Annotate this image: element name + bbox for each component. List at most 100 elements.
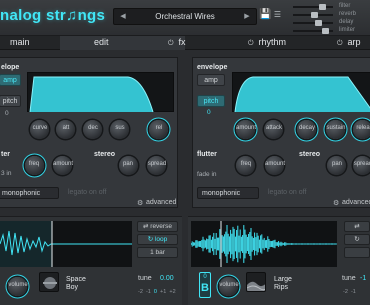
- octave-option[interactable]: +1: [160, 289, 166, 295]
- power-icon[interactable]: ⏻: [248, 40, 254, 47]
- sample-name-line: Space: [66, 276, 86, 283]
- previous-preset-icon[interactable]: ◀: [115, 9, 131, 24]
- sample-name-line: Rips: [274, 284, 289, 291]
- fader-row: limiter: [289, 27, 370, 34]
- sample-a-panel: ⇄ reverse ↻ loop 1 bar volume Space Boy t…: [0, 216, 182, 305]
- save-icon[interactable]: 💾: [259, 9, 271, 23]
- fader-handle[interactable]: [315, 20, 322, 26]
- menu-icon[interactable]: ☰: [273, 10, 282, 22]
- envelope-display[interactable]: [232, 72, 370, 113]
- knob-label: amount: [235, 125, 256, 131]
- octave-option[interactable]: -2: [343, 289, 348, 295]
- fader-handle[interactable]: [311, 12, 318, 18]
- sample-name-line: Large: [274, 276, 292, 283]
- swap-icon: ⇄: [354, 223, 360, 230]
- fader-label: reverb: [339, 11, 357, 17]
- fader-label: filter: [339, 3, 351, 9]
- fader-handle[interactable]: [322, 28, 329, 34]
- knob-label: decay: [298, 125, 315, 131]
- power-icon[interactable]: ⏻: [168, 40, 174, 47]
- voice-mode-dropdown[interactable]: monophonic: [0, 187, 59, 199]
- waveform-display[interactable]: [0, 221, 132, 267]
- loop-button[interactable]: ↻: [344, 234, 370, 245]
- header-bar: nalog str♫ngs ◀ Orchestral Wires ▶ 💾 ☰ f…: [0, 0, 370, 36]
- tune-label: tune: [138, 275, 152, 282]
- knob-label: volume: [219, 282, 239, 288]
- envelope-label: elope: [1, 64, 20, 71]
- tab-label: arp: [347, 37, 361, 47]
- button-label: reverse: [150, 223, 172, 230]
- waveform-display[interactable]: [191, 221, 337, 267]
- knob-label: rel: [155, 125, 163, 131]
- tune-value[interactable]: -1: [360, 275, 366, 282]
- sample-thumbnail[interactable]: [246, 272, 266, 292]
- octave-selector[interactable]: -2 -1 0 +1 +2: [138, 289, 176, 295]
- tab-rhythm[interactable]: ⏻ rhythm: [248, 36, 318, 50]
- advanced-button[interactable]: advanced: [146, 199, 176, 206]
- tab-arp[interactable]: ⏻ arp: [337, 36, 370, 50]
- sample-name[interactable]: Large Rips: [274, 276, 292, 292]
- knob-label: freq: [28, 161, 40, 167]
- legato-toggle[interactable]: legato on off: [268, 189, 306, 196]
- voice-mode-dropdown[interactable]: monophonic: [197, 187, 259, 199]
- amp-button[interactable]: amp: [0, 74, 21, 86]
- envelope-curve: [234, 76, 370, 113]
- waveform: [191, 221, 337, 267]
- preset-name[interactable]: Orchestral Wires: [132, 9, 238, 24]
- knob-label: amount: [264, 161, 285, 167]
- knob-label: spread: [353, 161, 370, 167]
- layer-a-panel: elope amp pitch 0 curve att dec sus rel …: [0, 57, 178, 208]
- fader-row: delay: [289, 19, 370, 26]
- knob-label: relea: [356, 125, 370, 131]
- advanced-gear-icon[interactable]: ⚙: [333, 199, 339, 207]
- tab-label: edit: [94, 37, 109, 47]
- tab-bar: main edit ⏻ fx ⏻ rhythm ⏻ arp: [0, 36, 370, 50]
- fader-label: delay: [339, 19, 354, 25]
- pitch-value: 0: [5, 110, 9, 117]
- tab-fx[interactable]: ⏻ fx: [168, 36, 228, 50]
- layer-b-panel: envelope amp pitch 0 amount attack decay…: [192, 57, 370, 208]
- advanced-gear-icon[interactable]: ⚙: [137, 199, 143, 207]
- sample-thumbnail[interactable]: [39, 272, 59, 292]
- tab-edit[interactable]: edit: [60, 36, 185, 50]
- loop-button[interactable]: ↻ loop: [137, 234, 178, 245]
- preset-selector[interactable]: ◀ Orchestral Wires ▶: [113, 8, 257, 25]
- amp-button[interactable]: amp: [197, 74, 225, 86]
- octave-option[interactable]: +2: [169, 289, 175, 295]
- sample-name[interactable]: Space Boy: [66, 276, 86, 292]
- envelope-display[interactable]: [27, 72, 174, 113]
- fader-handle[interactable]: [319, 4, 326, 10]
- power-icon[interactable]: ⏻: [337, 40, 343, 47]
- knob-label: pan: [331, 161, 342, 167]
- button-label: loop: [154, 236, 168, 243]
- knob-label: att: [62, 125, 70, 131]
- octave-selector[interactable]: -2 -1: [343, 289, 356, 295]
- tab-label: main: [10, 37, 30, 47]
- advanced-button[interactable]: advanced: [342, 199, 370, 206]
- fade-in-label: 3 in: [1, 170, 12, 177]
- loop-length-dropdown[interactable]: [344, 247, 370, 258]
- loop-length-dropdown[interactable]: 1 bar: [137, 247, 178, 258]
- fader-track: [293, 22, 333, 24]
- tab-main[interactable]: main: [10, 36, 60, 50]
- octave-option[interactable]: 0: [154, 289, 157, 295]
- badge-letter: B: [201, 282, 209, 294]
- fader-row: filter: [289, 3, 370, 10]
- tune-label: tune: [342, 275, 356, 282]
- reverse-button[interactable]: ⇄: [344, 221, 370, 232]
- next-preset-icon[interactable]: ▶: [239, 9, 255, 24]
- tab-label: rhythm: [258, 37, 287, 47]
- legato-toggle[interactable]: legato on off: [68, 189, 106, 196]
- stereo-label: stereo: [299, 151, 321, 158]
- pitch-value: 0: [207, 109, 211, 116]
- octave-option[interactable]: -1: [146, 289, 151, 295]
- envelope-label: envelope: [197, 64, 228, 71]
- knob-label: pan: [122, 161, 133, 167]
- tune-value[interactable]: 0.00: [160, 275, 174, 282]
- pitch-button[interactable]: pitch: [0, 95, 21, 107]
- octave-option[interactable]: -2: [138, 289, 143, 295]
- octave-option[interactable]: -1: [351, 289, 356, 295]
- reverse-button[interactable]: ⇄ reverse: [137, 221, 178, 232]
- layer-b-badge[interactable]: 0 B: [199, 272, 211, 298]
- pitch-button[interactable]: pitch: [197, 95, 225, 107]
